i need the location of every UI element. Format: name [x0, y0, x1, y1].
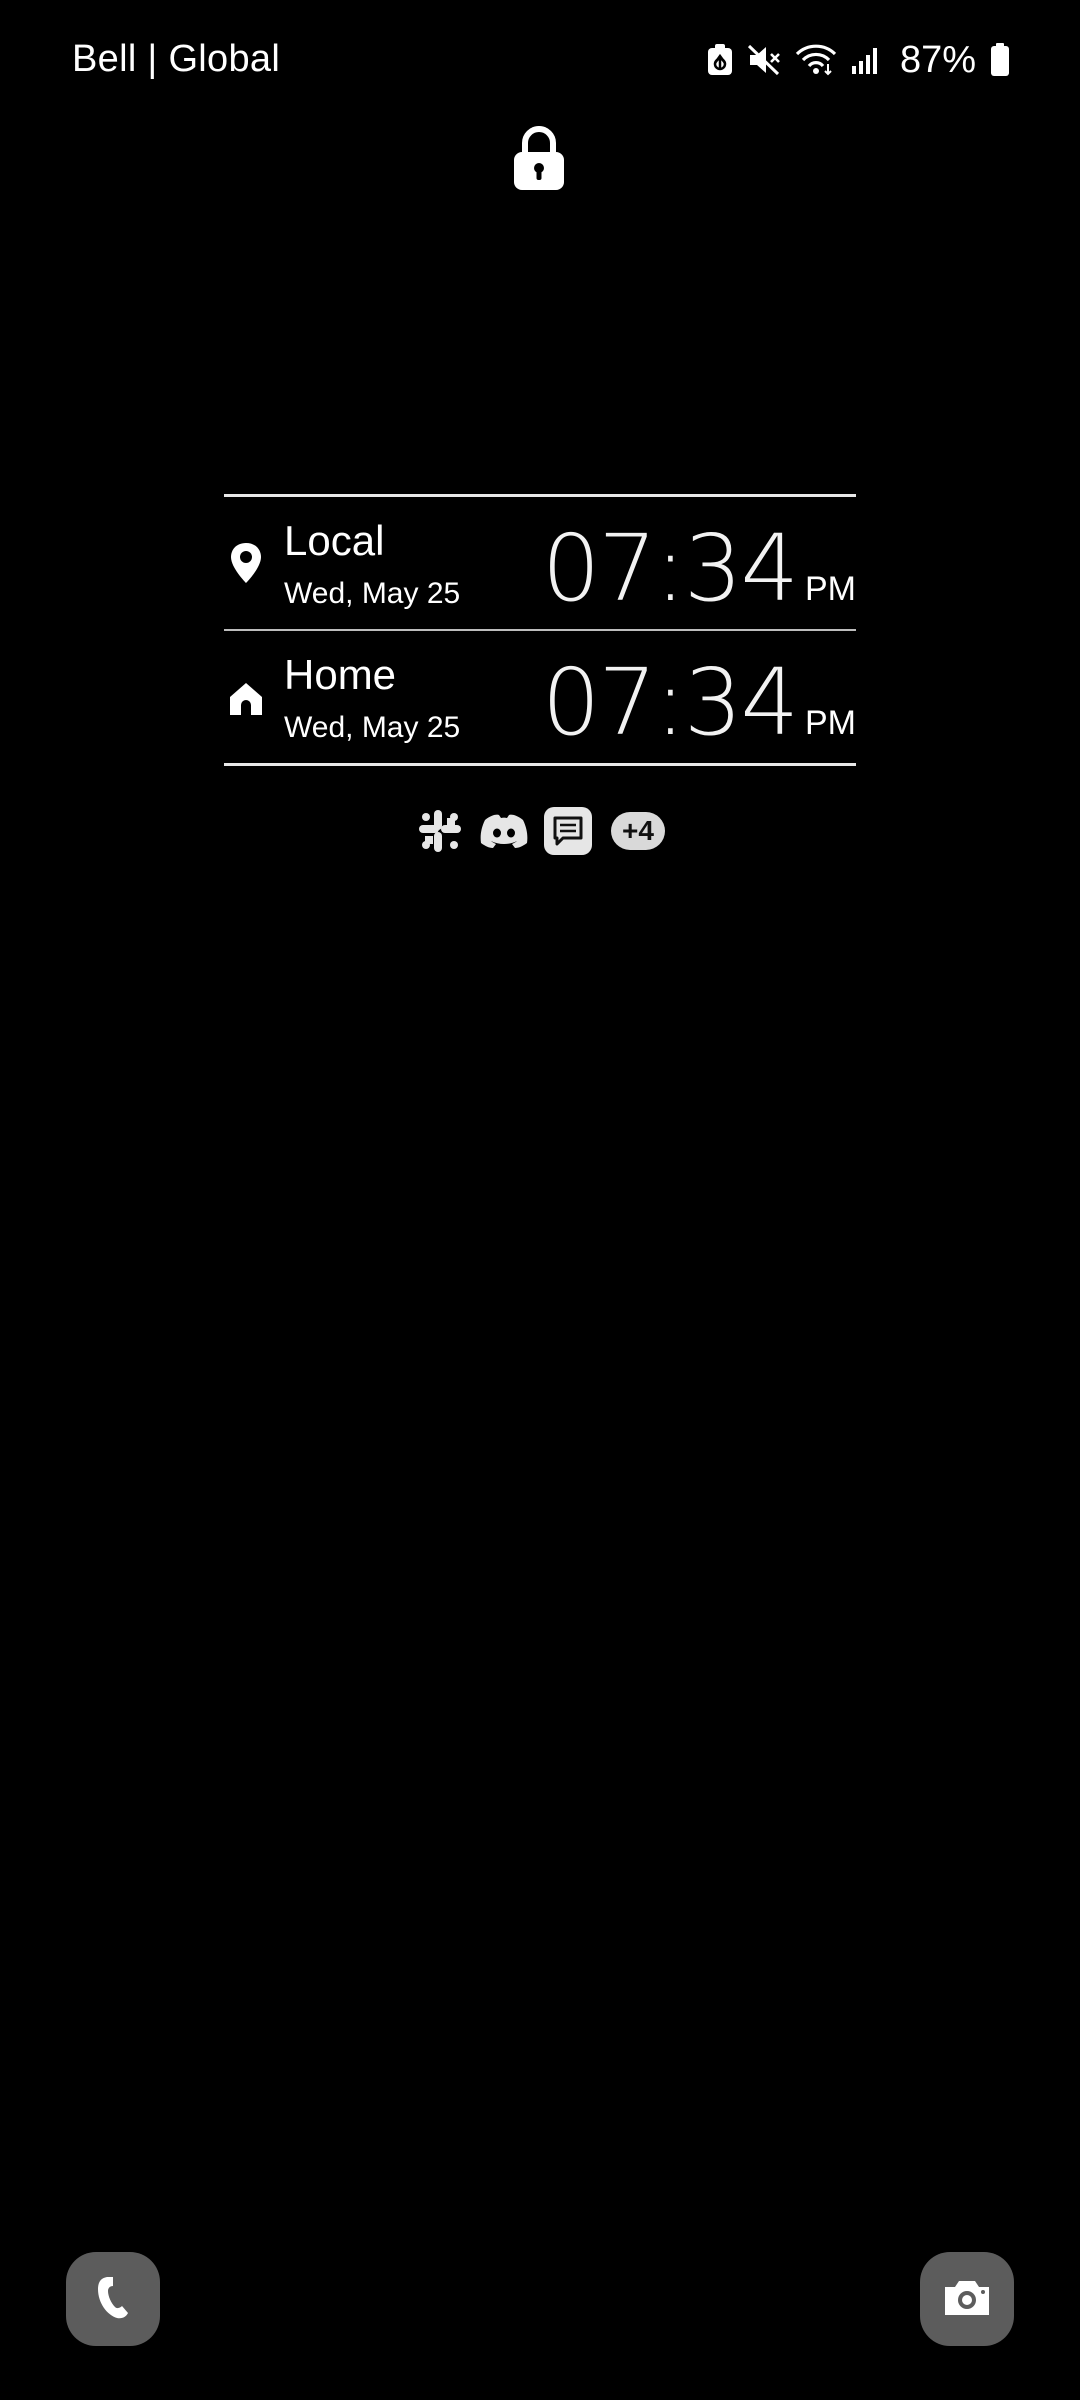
- notification-icons: +4: [0, 806, 1080, 856]
- city-date: Wed, May 25: [284, 711, 461, 744]
- messages-icon[interactable]: [543, 806, 593, 856]
- divider: [224, 763, 856, 766]
- mute-icon: [746, 43, 782, 77]
- discord-icon[interactable]: [479, 806, 529, 856]
- time-display: 07:34 PM: [542, 649, 856, 756]
- dual-clock-widget[interactable]: Local Wed, May 25 07:34 PM Home Wed, May…: [224, 494, 856, 766]
- status-icons: 87%: [706, 34, 1010, 86]
- status-bar: Bell | Global 87%: [0, 0, 1080, 120]
- city-name: Local: [284, 517, 385, 564]
- wifi-icon: [794, 42, 838, 78]
- time-display: 07:34 PM: [542, 515, 856, 622]
- phone-shortcut-button[interactable]: [66, 2252, 160, 2346]
- camera-icon: [941, 2275, 993, 2324]
- time-value: 07:34: [541, 515, 799, 622]
- home-icon: [228, 675, 264, 719]
- signal-icon: [850, 44, 882, 76]
- ampm-label: PM: [805, 704, 856, 742]
- camera-shortcut-button[interactable]: [920, 2252, 1014, 2346]
- ampm-label: PM: [805, 570, 856, 608]
- carrier-name: Bell | Global: [72, 38, 281, 80]
- slack-icon[interactable]: [415, 806, 465, 856]
- city-name: Home: [284, 651, 397, 698]
- more-notifications-badge[interactable]: +4: [611, 812, 665, 850]
- battery-icon: [990, 43, 1010, 77]
- time-value: 07:34: [541, 649, 799, 756]
- clock-row-home: Home Wed, May 25 07:34 PM: [224, 631, 856, 763]
- location-pin-icon: [228, 541, 264, 585]
- lock-icon[interactable]: [512, 124, 566, 192]
- battery-percent: 87%: [899, 38, 976, 81]
- phone-icon: [93, 2273, 133, 2326]
- battery-saver-icon: [706, 43, 734, 77]
- city-date: Wed, May 25: [284, 577, 461, 610]
- clock-row-local: Local Wed, May 25 07:34 PM: [224, 497, 856, 629]
